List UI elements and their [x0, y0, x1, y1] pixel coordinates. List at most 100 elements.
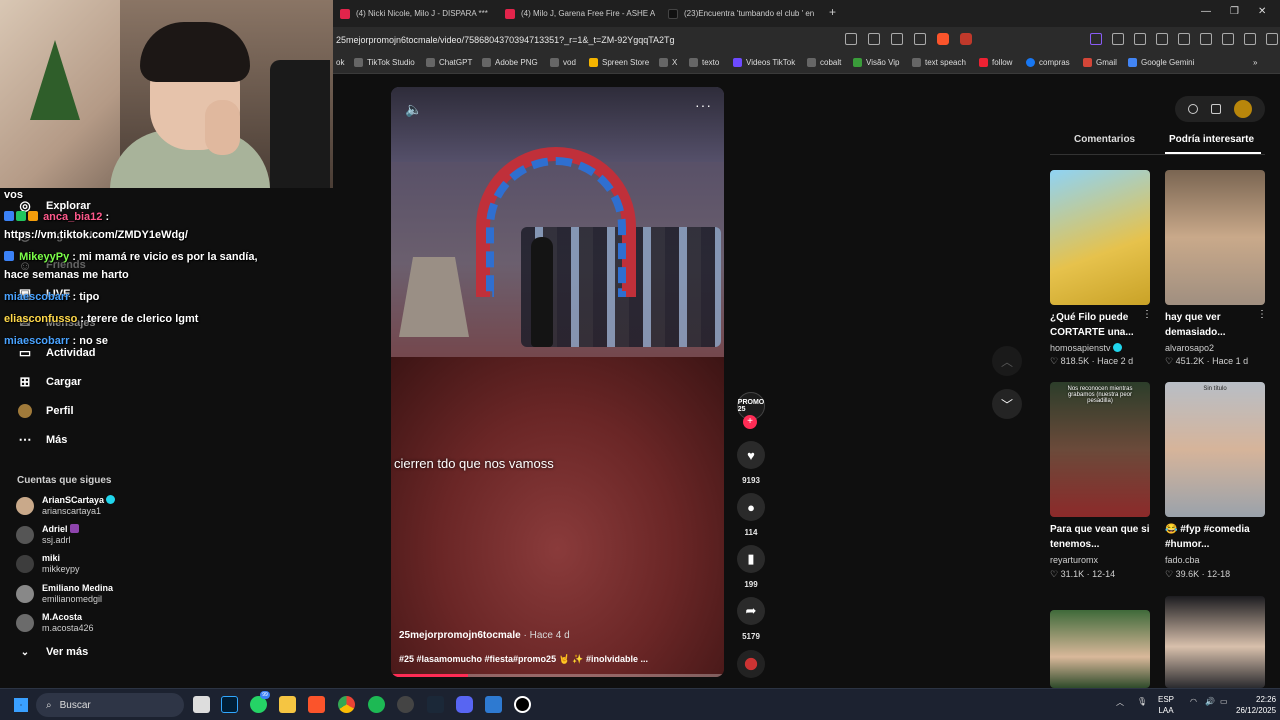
- followed-account[interactable]: M.Acosta m.acosta426: [16, 609, 94, 637]
- share-button[interactable]: ➦: [737, 597, 765, 625]
- save-button[interactable]: ▮: [737, 545, 765, 573]
- brave-rewards-icon[interactable]: [960, 33, 972, 45]
- following-header: Cuentas que sigues: [17, 475, 112, 486]
- url-field[interactable]: 25mejorpromojn6tocmale/video/75868043703…: [336, 35, 675, 45]
- see-more-button[interactable]: ⌄ Ver más: [18, 642, 88, 662]
- browser-tab[interactable]: (4) Milo J, Garena Free Fire - ASHE AI: [505, 5, 655, 22]
- bookmark[interactable]: Gmail: [1083, 58, 1117, 67]
- reading-list-icon[interactable]: [1112, 33, 1124, 45]
- minimize-icon[interactable]: —: [1201, 6, 1211, 17]
- more-options-icon[interactable]: ···: [695, 97, 712, 113]
- sidebar-item-profile[interactable]: Perfil: [18, 401, 74, 421]
- translate-icon[interactable]: [891, 33, 903, 45]
- bookmark[interactable]: follow: [979, 58, 1012, 67]
- video-author[interactable]: 25mejorpromojn6tocmale: [399, 630, 521, 641]
- extensions-icon[interactable]: [1222, 33, 1234, 45]
- bookmark[interactable]: texto: [689, 58, 719, 67]
- more-options-icon[interactable]: ⋮: [1257, 309, 1267, 320]
- chrome-icon[interactable]: [338, 696, 355, 713]
- coin-icon[interactable]: [1187, 104, 1198, 114]
- text-icon: [689, 58, 698, 67]
- spotify-icon[interactable]: [368, 696, 385, 713]
- bookmark[interactable]: TikTok Studio: [354, 58, 415, 67]
- notepad-icon[interactable]: [485, 696, 502, 713]
- followed-account[interactable]: ArianSCartaya arianscartaya1: [16, 492, 116, 520]
- bookmark[interactable]: ok: [336, 58, 344, 67]
- microphone-icon[interactable]: 🎙: [1137, 697, 1147, 706]
- bookmarks-overflow-icon[interactable]: »: [1253, 58, 1257, 67]
- cobalt-icon: [807, 58, 816, 67]
- bookmark[interactable]: compras: [1026, 58, 1070, 67]
- browser-tab-active[interactable]: (23)Encuentra 'tumbando el club ' en: [668, 5, 820, 22]
- bookmark[interactable]: cobalt: [807, 58, 841, 67]
- tab-recommended[interactable]: Podría interesarte: [1169, 134, 1254, 145]
- file-icon[interactable]: [193, 696, 210, 713]
- leo-ai-icon[interactable]: [1090, 33, 1102, 45]
- video-thumbnail: [1165, 596, 1265, 688]
- volume-icon[interactable]: 🔊: [1205, 697, 1215, 706]
- device-icon[interactable]: [1210, 104, 1221, 114]
- bookmark[interactable]: text speach: [912, 58, 966, 67]
- tray-overflow-icon[interactable]: ︿: [1116, 697, 1124, 708]
- sidebar-item-more[interactable]: ⋯ Más: [18, 430, 68, 450]
- app-icon[interactable]: [514, 696, 531, 713]
- chatgpt-icon: [426, 58, 435, 67]
- wifi-icon[interactable]: ◠: [1190, 697, 1197, 706]
- more-options-icon[interactable]: ⋮: [1142, 309, 1152, 320]
- music-icon[interactable]: [1156, 33, 1168, 45]
- tab-comments[interactable]: Comentarios: [1074, 134, 1135, 145]
- discord-icon[interactable]: [456, 696, 473, 713]
- followed-account[interactable]: Adriel ssj.adrl: [16, 521, 79, 549]
- bookmark[interactable]: Adobe PNG: [482, 58, 538, 67]
- video-hashtags[interactable]: #25 #lasamomucho #fiesta#promo25 🤘 ✨ #in…: [399, 654, 648, 665]
- photoshop-icon[interactable]: [221, 696, 238, 713]
- brave-shields-icon[interactable]: [937, 33, 949, 45]
- menu-icon[interactable]: [1266, 33, 1278, 45]
- steam-icon[interactable]: [427, 696, 444, 713]
- no-tracking-icon[interactable]: [845, 33, 857, 45]
- brave-icon[interactable]: [308, 696, 325, 713]
- battery-icon[interactable]: ▭: [1220, 697, 1228, 706]
- followed-account[interactable]: miki mikkeypy: [16, 550, 80, 578]
- sidebar-item-upload[interactable]: ⊞ Cargar: [18, 372, 82, 392]
- bookmark[interactable]: Videos TikTok: [733, 58, 795, 67]
- share-icon[interactable]: [914, 33, 926, 45]
- bookmark[interactable]: Visão Vip: [853, 58, 900, 67]
- followed-account[interactable]: Emiliano Medina emilianomedgil: [16, 580, 113, 608]
- screen: (4) Nicki Nicole, Milo J - DISPARA *** (…: [0, 0, 1280, 720]
- video-progress-bar[interactable]: [391, 674, 724, 677]
- folder-icon[interactable]: [279, 696, 296, 713]
- maximize-icon[interactable]: ❐: [1230, 6, 1239, 17]
- cast-icon[interactable]: [868, 33, 880, 45]
- activity-icon: ▭: [18, 345, 32, 360]
- follow-plus-button[interactable]: +: [743, 415, 757, 429]
- bookmark[interactable]: vod: [550, 58, 576, 67]
- like-button[interactable]: ♥: [737, 441, 765, 469]
- comment-button[interactable]: ●: [737, 493, 765, 521]
- language-indicator[interactable]: ESP LAA: [1158, 694, 1174, 716]
- close-icon[interactable]: ✕: [1258, 6, 1266, 17]
- system-clock[interactable]: 22:26 26/12/2025: [1236, 694, 1276, 716]
- volume-icon[interactable]: 🔈: [405, 101, 422, 118]
- music-disc-icon[interactable]: [737, 650, 765, 678]
- avatar[interactable]: [1234, 100, 1253, 118]
- browser-tab[interactable]: (4) Nicki Nicole, Milo J - DISPARA ***: [340, 5, 490, 22]
- video-player[interactable]: 🔈 ··· cierren tdo que nos vamoss 25mejor…: [391, 87, 724, 677]
- chevron-down-icon: ⌄: [20, 646, 30, 658]
- avatar: [16, 585, 34, 603]
- new-tab-button[interactable]: +: [829, 5, 836, 19]
- bookmark[interactable]: Spreen Store: [589, 58, 649, 67]
- badge-icon: [16, 211, 26, 221]
- taskbar-search[interactable]: ⌕ Buscar: [36, 693, 184, 717]
- vpn-icon[interactable]: [1244, 33, 1256, 45]
- bookmark[interactable]: Google Gemini: [1128, 58, 1194, 67]
- previous-video-button[interactable]: ︿: [992, 346, 1022, 376]
- windows-start-icon[interactable]: [14, 698, 28, 712]
- bookmark[interactable]: ChatGPT: [426, 58, 472, 67]
- obs-icon[interactable]: [397, 696, 414, 713]
- next-video-button[interactable]: ﹀: [992, 389, 1022, 419]
- wallet-icon[interactable]: [1200, 33, 1212, 45]
- bookmark[interactable]: X: [659, 58, 677, 67]
- screenshot-icon[interactable]: [1134, 33, 1146, 45]
- sidebar-icon[interactable]: [1178, 33, 1190, 45]
